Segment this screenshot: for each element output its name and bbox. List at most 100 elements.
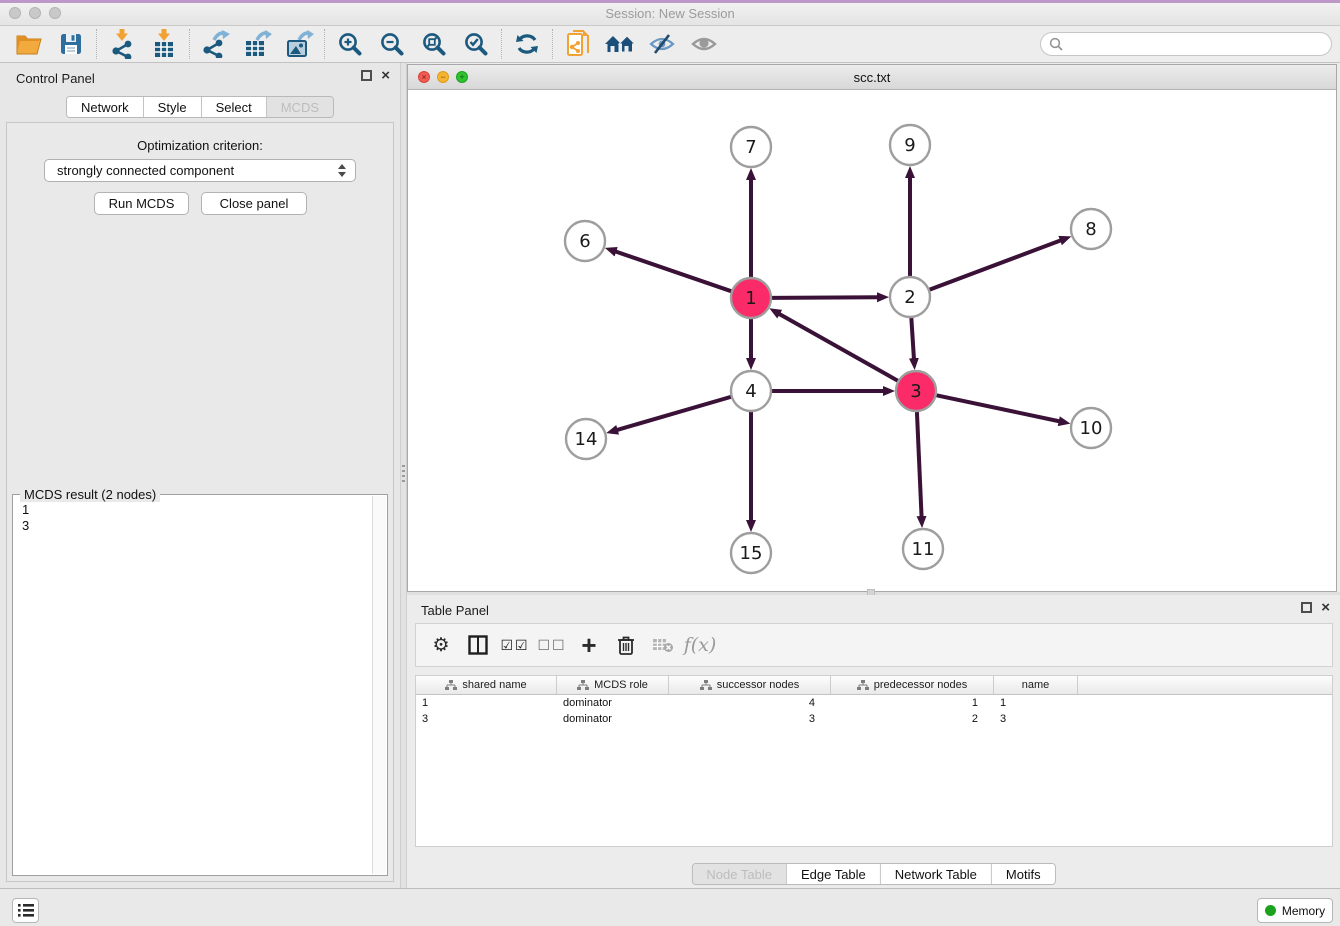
zoom-out-icon [379,31,405,57]
export-table-button[interactable] [236,27,278,61]
zoom-in-button[interactable] [329,27,371,61]
graph-edge-3-10[interactable] [937,395,1060,421]
table-settings-button[interactable]: ⚙ [426,629,456,661]
close-panel-icon[interactable]: × [381,70,390,81]
table-cell[interactable]: dominator [557,711,669,727]
graph-node-2[interactable]: 2 [890,277,930,317]
table-cell[interactable]: 2 [831,711,994,727]
tab-mcds[interactable]: MCDS [266,97,333,117]
graph-node-label: 8 [1085,219,1096,240]
column-header-predecessor-nodes[interactable]: predecessor nodes [831,676,994,694]
delete-column-button[interactable] [611,629,641,661]
mcds-result-item: 1 [22,502,364,518]
graph-node-11[interactable]: 11 [903,529,943,569]
table-cell[interactable]: 3 [416,711,557,727]
search-input[interactable] [1040,32,1332,56]
table-cell[interactable]: 3 [669,711,831,727]
graph-edge-1-2[interactable] [772,297,878,298]
tab-style[interactable]: Style [143,97,201,117]
open-session-button[interactable] [8,27,50,61]
zoom-fit-button[interactable] [413,27,455,61]
split-panel-button[interactable] [463,629,493,661]
table-cell[interactable]: 3 [994,711,1078,727]
import-table-icon [150,29,178,59]
vertical-splitter[interactable] [400,63,407,888]
run-mcds-button[interactable]: Run MCDS [94,192,189,215]
new-network-from-file-button[interactable] [557,27,599,61]
delete-table-icon [652,636,674,654]
memory-button[interactable]: Memory [1257,898,1333,923]
graph-edge-2-3[interactable] [911,318,914,359]
mcds-result-box: MCDS result (2 nodes) 13 [12,494,388,876]
float-table-panel-icon[interactable] [1301,602,1312,613]
graph-node-4[interactable]: 4 [731,371,771,411]
table-cell[interactable]: 1 [831,695,994,711]
zoom-selected-button[interactable] [455,27,497,61]
hide-selected-button[interactable] [641,27,683,61]
graph-node-6[interactable]: 6 [565,221,605,261]
show-all-button[interactable] [683,27,725,61]
graph-edge-3-11[interactable] [917,412,922,517]
tab-network-table[interactable]: Network Table [880,864,991,884]
add-column-button[interactable]: + [574,629,604,661]
graph-edge-3-1[interactable] [779,314,898,381]
graph-edge-1-6[interactable] [615,251,731,291]
import-network-icon [108,29,136,59]
table-row[interactable]: 1dominator411 [416,695,1332,711]
mcds-result-list[interactable]: 13 [14,496,372,874]
table-cell[interactable]: 1 [416,695,557,711]
graph-edge-2-8[interactable] [930,240,1061,289]
graph-node-10[interactable]: 10 [1071,408,1111,448]
graph-node-label: 7 [745,137,756,158]
close-panel-button[interactable]: Close panel [201,192,307,215]
toolbar-separator [501,29,502,59]
table-tabs: Node TableEdge TableNetwork TableMotifs [691,863,1055,885]
graph-node-14[interactable]: 14 [566,419,606,459]
graph-node-15[interactable]: 15 [731,533,771,573]
close-table-panel-icon[interactable]: × [1321,602,1330,613]
table-row[interactable]: 3dominator323 [416,711,1332,727]
save-session-button[interactable] [50,27,92,61]
houses-icon [604,32,636,56]
graph-node-1[interactable]: 1 [731,278,771,318]
toolbar-separator [552,29,553,59]
delete-table-button[interactable] [648,629,678,661]
task-history-button[interactable] [12,898,39,923]
table-cell[interactable]: dominator [557,695,669,711]
tab-motifs[interactable]: Motifs [991,864,1055,884]
float-panel-icon[interactable] [361,70,372,81]
main-toolbar [0,26,1340,63]
select-all-rows-button[interactable]: ☑☑ [500,629,530,661]
table-cell[interactable]: 1 [994,695,1078,711]
tab-edge-table[interactable]: Edge Table [786,864,880,884]
column-header-successor-nodes[interactable]: successor nodes [669,676,831,694]
tab-select[interactable]: Select [201,97,266,117]
table-cell[interactable]: 4 [669,695,831,711]
graph-node-8[interactable]: 8 [1071,209,1111,249]
deselect-all-rows-button[interactable]: ☐☐ [537,629,567,661]
graph-node-3[interactable]: 3 [896,371,936,411]
function-builder-button[interactable]: f(x) [685,629,715,661]
optimization-criterion-select[interactable]: strongly connected component [44,159,356,182]
apply-layout-button[interactable] [506,27,548,61]
tab-node-table[interactable]: Node Table [692,864,786,884]
graph-node-9[interactable]: 9 [890,125,930,165]
zoom-out-button[interactable] [371,27,413,61]
optimization-criterion-label: Optimization criterion: [7,138,393,153]
export-image-button[interactable] [278,27,320,61]
graph-node-7[interactable]: 7 [731,127,771,167]
search-field[interactable] [1068,37,1323,51]
split-panel-icon [468,635,488,655]
graph-edge-4-14[interactable] [617,397,731,430]
network-window-titlebar: × − + scc.txt [408,65,1336,90]
import-network-button[interactable] [101,27,143,61]
import-table-button[interactable] [143,27,185,61]
export-network-button[interactable] [194,27,236,61]
column-header-name[interactable]: name [994,676,1078,694]
network-canvas[interactable]: 7 9 6 8 1 2 4 3 14 10 15 11 [408,90,1336,591]
tab-network[interactable]: Network [67,97,143,117]
column-header-MCDS-role[interactable]: MCDS role [557,676,669,694]
result-scrollbar[interactable] [372,496,386,874]
column-header-shared-name[interactable]: shared name [416,676,557,694]
first-neighbors-button[interactable] [599,27,641,61]
